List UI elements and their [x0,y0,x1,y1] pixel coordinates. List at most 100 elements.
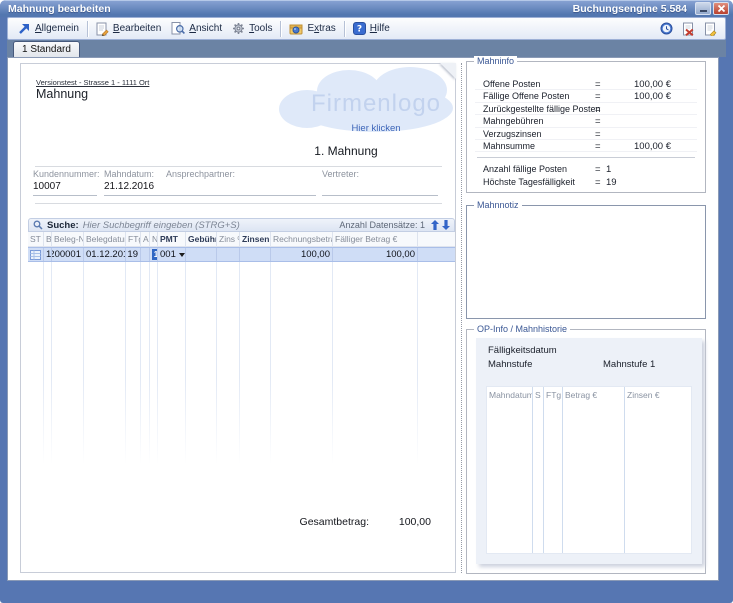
field-mahndatum: Mahndatum: 21.12.2016 [104,169,167,196]
divider [477,157,695,158]
kundennummer-value[interactable]: 10007 [33,181,97,192]
arrow-ne-icon [18,22,31,35]
history-table: Mahndatum S FTg Betrag € Zinsen € [486,386,692,554]
view-document-icon [171,22,185,35]
cell-zins-prozent[interactable] [217,248,240,261]
toolbar-label-bearbeiten: Bearbeiten [113,23,161,34]
col-st[interactable]: ST [28,232,44,246]
tab-strip: 1 Standard [7,40,726,57]
cell-b: 1 [44,248,52,261]
close-button[interactable] [713,2,729,15]
logo-hint[interactable]: Hier klicken [283,123,469,134]
toolbar-label-extras: Extras [307,23,335,34]
field-label: Vertreter: [322,169,438,179]
document-type-label: Mahnung [36,87,88,101]
info-row-mahnsumme: Mahnsumme=100,00 € [475,140,697,152]
toolbar-separator [344,21,345,37]
record-count-value: 1 [420,220,425,230]
field-ansprechpartner: Ansprechpartner: [166,169,316,196]
col-filler [418,232,455,246]
discard-document-icon[interactable] [682,22,695,36]
panel-separator [461,63,462,573]
toolbar-button-hilfe[interactable]: ? Hilfe [348,20,395,37]
toolbar-button-bearbeiten[interactable]: Bearbeiten [91,20,166,38]
info-row-anzahl-faellige-posten: Anzahl fällige Posten=1 [475,163,697,175]
help-icon: ? [353,22,366,35]
toolbar-right-icons [660,22,717,36]
toolbar-button-allgemein[interactable]: Allgemein [13,20,84,37]
row-grid-icon [30,250,41,260]
cell-zinsen[interactable] [240,248,271,261]
col-rechnungsbetrag[interactable]: Rechnungsbetrag € [271,232,333,246]
col-a[interactable]: A [141,232,150,246]
history-clock-icon[interactable] [660,22,673,35]
edit-document-icon [96,22,109,36]
cell-rechnungsbetrag: 100,00 [271,248,333,261]
svg-text:?: ? [357,25,362,35]
toolbar: Allgemein Bearbeiten Ansicht Tools Extra… [7,17,726,40]
toolbar-button-extras[interactable]: Extras [284,20,340,37]
col-zinsen[interactable]: Zinsen € [240,232,271,246]
minimize-button[interactable] [695,2,711,15]
record-up-icon[interactable] [431,220,439,230]
search-input[interactable]: Hier Suchbegriff eingeben (STRG+S) [83,220,240,231]
cell-ftg: 19 [126,248,141,261]
minimize-icon [700,10,707,12]
cell-gebuehr[interactable] [186,248,217,261]
toolbar-label-hilfe: Hilfe [370,23,390,34]
search-label: Suche: [47,220,79,231]
toolbar-button-ansicht[interactable]: Ansicht [166,20,227,37]
invoice-table-empty-area [28,262,455,471]
close-icon [717,4,726,13]
col-gebuehr[interactable]: Gebühr € [186,232,217,246]
page-fold-icon [440,63,456,79]
mahnstufe-value: Mahnstufe 1 [603,359,655,370]
cell-pmt[interactable]: 001 [158,248,186,261]
field-kundennummer: Kundennummer: 10007 [33,169,97,196]
mahndatum-value[interactable]: 21.12.2016 [104,181,167,192]
toolbar-button-tools[interactable]: Tools [227,20,277,37]
record-count: Anzahl Datensätze: 1 [339,220,425,230]
op-info-group: OP-Info / Mahnhistorie Fälligkeitsdatum … [466,329,706,574]
info-row-offene-posten: Offene Posten=100,00 € [475,78,697,90]
mahninfo-group: Mahninfo Offene Posten=100,00 € Fällige … [466,61,706,193]
gear-icon [232,22,245,35]
col-beleg-nr[interactable]: Beleg-Nr. [52,232,84,246]
tab-1-standard[interactable]: 1 Standard [13,41,80,57]
pmt-dropdown-icon[interactable] [179,253,185,257]
col-b[interactable]: B [44,232,52,246]
search-bar: Suche: Hier Suchbegriff eingeben (STRG+S… [28,218,455,232]
toolbar-separator [87,21,88,37]
op-info-title: OP-Info / Mahnhistorie [474,324,570,334]
cell-belegdatum: 01.12.2016 [84,248,126,261]
toolbar-label-allgemein: Allgemein [35,23,79,34]
col-zins-prozent[interactable]: Zins % [217,232,240,246]
history-col-s: S [533,387,544,553]
logo-text: Firmenlogo [283,90,469,118]
mahnnotiz-textarea[interactable] [469,208,703,316]
mahninfo-title: Mahninfo [474,56,517,66]
field-label: Mahndatum: [104,169,167,179]
col-belegdatum[interactable]: Belegdatum [84,232,126,246]
invoice-row[interactable]: 1 200001 01.12.2016 19 1 001 100,00 100,… [28,247,455,262]
col-n[interactable]: N [150,232,158,246]
application-window: Mahnung bearbeiten Buchungsengine 5.584 … [0,0,733,603]
col-pmt[interactable]: PMT [158,232,186,246]
divider [35,166,442,167]
col-faelliger-betrag[interactable]: Fälliger Betrag € [333,232,418,246]
field-vertreter: Vertreter: [322,169,438,196]
col-ftg[interactable]: FTg [126,232,141,246]
toolbar-label-ansicht: Ansicht [189,23,222,34]
op-info-panel: Fälligkeitsdatum Mahnstufe Mahnstufe 1 M… [476,338,702,564]
cell-beleg-nr: 200001 [52,248,84,261]
record-down-icon[interactable] [442,220,450,230]
reminder-title: 1. Mahnung [271,144,421,158]
info-row-zurueckgestellte: Zurückgestellte fällige Posten= [475,103,697,115]
search-icon [33,220,43,230]
document-preview: Versionstest - Strasse 1 - 1111 Ort Mahn… [20,63,456,573]
total-value: 100,00 [399,516,431,528]
history-col-ftg: FTg [544,387,563,553]
note-document-icon[interactable] [704,22,717,36]
divider [35,203,442,204]
package-icon [289,22,303,35]
